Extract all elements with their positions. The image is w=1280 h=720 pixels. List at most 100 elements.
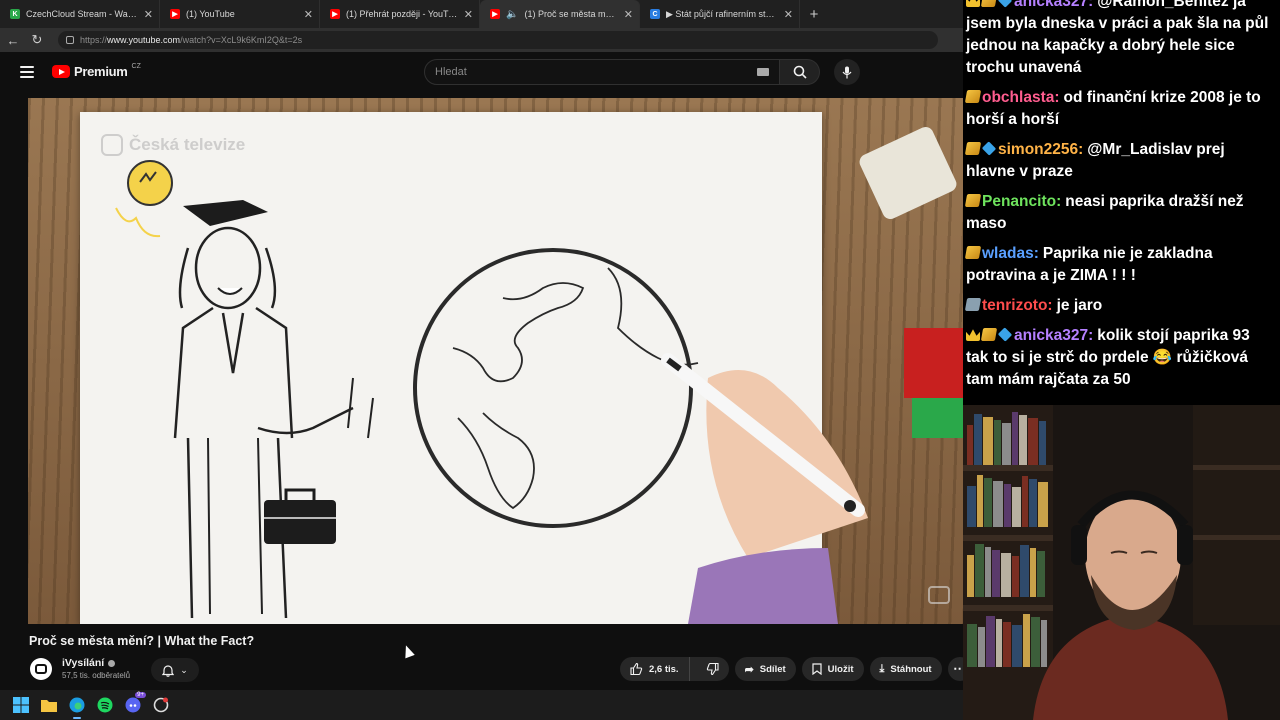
- bookshelf-book: [985, 547, 991, 597]
- subscriber-badge-icon: [964, 246, 982, 259]
- new-tab-icon[interactable]: +: [800, 0, 828, 28]
- bookshelf-book: [996, 619, 1002, 667]
- chat-username[interactable]: wladas:: [982, 245, 1039, 262]
- gem-badge-icon: [981, 141, 997, 156]
- browser-tab[interactable]: ▶ (1) YouTube ✕: [160, 0, 320, 28]
- close-tab-icon[interactable]: ✕: [464, 8, 473, 21]
- browser-tab[interactable]: ▶ 🔈 (1) Proč se města mění? | Wha ✕: [480, 0, 640, 28]
- browser-tab-bar: K CzechCloud Stream - Watch Live o ✕ ▶ (1) Y…: [0, 0, 963, 28]
- stream-chat: anicka327: @Ramon_Benitez ja jsem byla dn…: [963, 0, 1280, 405]
- browser-tab[interactable]: ▶ (1) Přehrát později - YouTube ✕: [320, 0, 480, 28]
- dislike-button[interactable]: [696, 657, 729, 681]
- bookshelf-book: [1003, 622, 1011, 667]
- bookshelf-book: [1019, 415, 1027, 465]
- chat-username[interactable]: anicka327:: [1014, 0, 1093, 10]
- bookshelf-book: [974, 414, 982, 465]
- chat-username[interactable]: Penancito:: [982, 193, 1061, 210]
- ct24-icon: C: [650, 9, 660, 19]
- crown-badge-icon: [966, 329, 980, 341]
- menu-icon[interactable]: [20, 66, 34, 78]
- chat-username[interactable]: simon2256:: [998, 141, 1083, 158]
- bookshelf-book: [1023, 614, 1030, 667]
- bookshelf-book: [977, 475, 983, 527]
- thumbs-down-icon: [706, 663, 719, 675]
- url-text: https://www.youtube.com/watch?v=XcL9k6Km…: [80, 35, 303, 45]
- chat-message: wladas: Paprika nie je zakladna potravina…: [964, 243, 1274, 287]
- bookshelf-book: [1028, 418, 1038, 465]
- keyboard-icon[interactable]: [757, 68, 769, 76]
- subscriber-badge-icon: [964, 194, 982, 207]
- channel-avatar[interactable]: [30, 657, 52, 680]
- download-icon: ⤓: [879, 662, 885, 675]
- bookshelf-book: [1022, 476, 1028, 527]
- like-button[interactable]: 2,6 tis.: [620, 657, 690, 681]
- save-button[interactable]: Uložit: [801, 657, 864, 681]
- edge-browser-icon[interactable]: [68, 696, 86, 719]
- share-button[interactable]: ➦ Sdílet: [734, 657, 796, 681]
- windows-start-icon[interactable]: [12, 696, 30, 714]
- reload-icon[interactable]: ↻: [30, 32, 44, 48]
- video-actions: 2,6 tis. ➦ Sdílet Uložit ⤓ Stáhnout ⋯: [620, 657, 972, 681]
- download-button[interactable]: ⤓ Stáhnout: [869, 657, 942, 681]
- close-tab-icon[interactable]: ✕: [144, 8, 153, 21]
- search-button[interactable]: [780, 59, 820, 85]
- windows-taskbar: 9+: [0, 690, 963, 720]
- chat-message-list: anicka327: @Ramon_Benitez ja jsem byla dn…: [964, 0, 1274, 399]
- bookshelf-book: [967, 425, 973, 465]
- subscription-notification-button[interactable]: ⌄: [151, 658, 199, 682]
- discord-notification-badge: 9+: [135, 692, 146, 698]
- search-input[interactable]: Hledat: [424, 59, 780, 85]
- close-tab-icon[interactable]: ✕: [624, 8, 633, 21]
- bookshelf-book: [1031, 617, 1040, 667]
- channel-corner-logo-icon: [928, 586, 950, 604]
- ct-watermark: Česká televize: [101, 134, 245, 156]
- chat-text: je jaro: [1056, 297, 1103, 314]
- microphone-icon: [842, 66, 852, 78]
- tab-title: (1) Přehrát později - YouTube: [346, 9, 458, 19]
- app-icon[interactable]: [152, 696, 170, 714]
- tab-title: CzechCloud Stream - Watch Live o: [26, 9, 138, 19]
- verified-icon: [108, 659, 116, 667]
- close-tab-icon[interactable]: ✕: [304, 8, 313, 21]
- bell-icon: [162, 664, 175, 677]
- save-label: Uložit: [827, 663, 854, 675]
- subscriber-badge-icon: [980, 0, 998, 7]
- bookshelf-book: [978, 627, 985, 667]
- chat-message: anicka327: @Ramon_Benitez ja jsem byla dn…: [966, 0, 1274, 79]
- subscriber-badge-icon: [980, 328, 998, 341]
- gem-badge-icon: [997, 0, 1013, 8]
- video-title: Proč se města mění? | What the Fact?: [29, 634, 255, 648]
- chat-username[interactable]: tenrizoto:: [982, 297, 1053, 314]
- bookmark-icon: [812, 663, 822, 675]
- bookshelf-book: [1039, 421, 1046, 465]
- tab-title: (1) Proč se města mění? | Wha: [524, 9, 618, 19]
- youtube-premium-logo[interactable]: Premium CZ: [52, 63, 141, 79]
- file-explorer-icon[interactable]: [40, 696, 58, 714]
- discord-icon[interactable]: 9+: [124, 692, 146, 714]
- voice-search-button[interactable]: [834, 59, 860, 85]
- search-bar: Hledat: [424, 59, 824, 85]
- mouse-cursor-icon: [401, 643, 415, 659]
- bookshelf-book: [1029, 479, 1037, 527]
- bookshelf-book: [967, 555, 974, 597]
- channel-name[interactable]: iVysílání: [62, 657, 104, 669]
- close-tab-icon[interactable]: ✕: [784, 8, 793, 21]
- back-icon[interactable]: ←: [6, 33, 20, 48]
- chat-username[interactable]: obchlasta:: [982, 89, 1060, 106]
- speaker-icon[interactable]: 🔈: [506, 9, 518, 20]
- chat-username[interactable]: anicka327:: [1014, 327, 1093, 344]
- browser-tab[interactable]: K CzechCloud Stream - Watch Live o ✕: [0, 0, 160, 28]
- webcam-image: [963, 405, 1280, 720]
- region-code: CZ: [131, 63, 141, 70]
- url-field[interactable]: https://www.youtube.com/watch?v=XcL9k6Km…: [58, 31, 938, 49]
- bookshelf-book: [994, 420, 1001, 465]
- bookshelf-book: [1012, 487, 1021, 527]
- czechcloud-icon: K: [10, 9, 20, 19]
- subscriber-badge-icon: [964, 298, 982, 311]
- spotify-icon[interactable]: [96, 696, 114, 714]
- like-count: 2,6 tis.: [649, 663, 679, 675]
- video-player[interactable]: Česká televize: [28, 98, 963, 624]
- bookshelf-book: [992, 550, 1000, 597]
- channel-name-row[interactable]: iVysílání: [62, 657, 130, 669]
- browser-tab[interactable]: C ▶ Stát půjčí rafinerním sto tisíc tun ✕: [640, 0, 800, 28]
